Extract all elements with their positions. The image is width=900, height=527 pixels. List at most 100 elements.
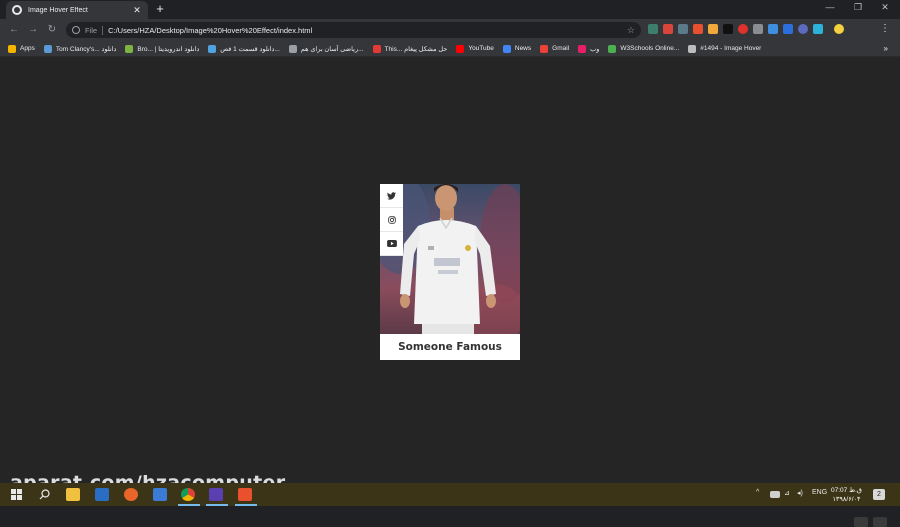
youtube-icon — [386, 240, 397, 247]
windows-start-icon[interactable] — [11, 489, 22, 500]
system-clock[interactable]: 07:07 ق.ظ ۱۳۹۸/۶/۰۴ — [831, 486, 862, 504]
back-button[interactable]: ← — [7, 23, 21, 37]
chrome-icon[interactable] — [181, 488, 195, 501]
extension-icon[interactable] — [648, 24, 658, 34]
bookmark-item[interactable]: This... حل مشکل پیغام — [372, 44, 448, 53]
store-icon[interactable] — [95, 488, 109, 501]
firefox-icon[interactable] — [124, 488, 138, 501]
extension-icon[interactable] — [678, 24, 688, 34]
browser-tab[interactable]: Image Hover Effect ✕ — [6, 1, 148, 19]
extension-icon[interactable] — [663, 24, 673, 34]
address-bar[interactable]: File C:/Users/HZA/Desktop/Image%20Hover%… — [66, 22, 641, 38]
bookmark-item[interactable]: Gmail — [540, 44, 570, 53]
extensions-area — [648, 24, 844, 34]
bookmark-label: This... حل مشکل پیغام — [384, 45, 448, 53]
restore-button[interactable]: ❐ — [846, 2, 870, 13]
bookmark-icon — [43, 44, 52, 53]
new-tab-button[interactable]: + — [153, 2, 167, 16]
page-viewport: Someone Famous — [0, 57, 900, 527]
bookmark-label: دانلود قسمت 1 فص... — [220, 45, 280, 53]
tab-strip: Image Hover Effect ✕ + — ❐ ✕ — [0, 0, 900, 19]
bookmark-star-icon[interactable]: ☆ — [627, 25, 635, 36]
profile-avatar[interactable] — [834, 24, 844, 34]
clock-date: ۱۳۹۸/۶/۰۴ — [832, 496, 861, 503]
bookmark-label: Bro... | دانلود اندرویدیتا — [137, 45, 200, 53]
extension-icon[interactable] — [753, 24, 763, 34]
bookmark-item[interactable]: W3Schools Online... — [608, 44, 680, 53]
twitter-icon — [387, 191, 396, 200]
bookmarks-overflow-button[interactable]: » — [884, 44, 888, 53]
bookmark-label: وب — [590, 45, 600, 53]
bookmark-label: Tom Clancy's... دانلود — [55, 45, 117, 53]
bookmark-icon — [208, 44, 217, 53]
bookmark-label: Gmail — [552, 45, 570, 52]
bookmark-item[interactable]: YouTube — [456, 44, 494, 53]
network-icon[interactable]: ⊿ — [784, 489, 790, 497]
extension-icon[interactable] — [693, 24, 703, 34]
twitter-link[interactable] — [380, 184, 403, 208]
bookmark-item[interactable]: Tom Clancy's... دانلود — [43, 44, 117, 53]
windows-taskbar: ^ ⊿ ◂) ENG 07:07 ق.ظ ۱۳۹۸/۶/۰۴ 2 — [0, 483, 900, 506]
window-close-button[interactable]: ✕ — [873, 2, 897, 13]
tray-chevron-icon[interactable]: ^ — [756, 489, 759, 496]
gmail-icon — [540, 44, 549, 53]
bookmark-item[interactable]: #1494 - Image Hover — [688, 44, 762, 53]
notification-count: 2 — [877, 491, 881, 498]
tab-title: Image Hover Effect — [28, 6, 88, 14]
bookmark-icon — [372, 44, 381, 53]
extension-icon[interactable] — [813, 24, 823, 34]
extension-icon[interactable] — [708, 24, 718, 34]
reload-button[interactable]: ↻ — [45, 23, 59, 37]
bookmark-item[interactable]: Apps — [8, 44, 35, 53]
search-icon[interactable] — [39, 489, 50, 500]
bookmark-icon — [688, 44, 697, 53]
tab-close-button[interactable]: ✕ — [132, 5, 142, 16]
instagram-link[interactable] — [380, 208, 403, 232]
profile-card[interactable]: Someone Famous — [380, 184, 520, 360]
w3schools-icon — [608, 44, 617, 53]
bookmark-label: W3Schools Online... — [620, 45, 680, 52]
news-icon — [502, 44, 511, 53]
forward-button[interactable]: → — [26, 23, 40, 37]
bookmark-item[interactable]: دانلود قسمت 1 فص... — [208, 44, 280, 53]
bookmark-item[interactable]: News — [502, 44, 532, 53]
url-scheme: File — [85, 25, 104, 35]
media-player-icon[interactable] — [209, 488, 223, 501]
browser-toolbar: ← → ↻ File C:/Users/HZA/Desktop/Image%20… — [0, 19, 900, 41]
bookmarks-bar: Apps Tom Clancy's... دانلود Bro... | دانلو… — [0, 41, 900, 57]
youtube-link[interactable] — [380, 232, 403, 256]
language-indicator[interactable]: ENG — [812, 489, 827, 496]
extension-icon[interactable] — [768, 24, 778, 34]
bookmark-item[interactable]: Bro... | دانلود اندرویدیتا — [125, 44, 200, 53]
bookmark-label: #1494 - Image Hover — [700, 45, 762, 52]
info-icon[interactable] — [72, 26, 80, 34]
android-icon — [125, 44, 134, 53]
bookmark-label: YouTube — [468, 45, 494, 52]
globe-icon — [12, 5, 22, 15]
extension-icon[interactable] — [798, 24, 808, 34]
bookmark-icon — [288, 44, 297, 53]
notification-center-icon[interactable]: 2 — [873, 489, 885, 500]
html5-editor-icon[interactable] — [238, 488, 252, 501]
bookmark-label: Apps — [20, 45, 35, 52]
player-pause-icon[interactable] — [854, 517, 868, 527]
extension-icon[interactable] — [783, 24, 793, 34]
file-explorer-icon[interactable] — [66, 488, 80, 501]
browser-menu-icon[interactable]: ⋮ — [880, 23, 890, 34]
youtube-icon — [456, 44, 465, 53]
volume-icon[interactable]: ◂) — [797, 489, 803, 497]
battery-icon[interactable] — [770, 491, 780, 498]
bookmark-item[interactable]: وب — [578, 44, 600, 53]
extension-icon[interactable] — [738, 24, 748, 34]
instagram-icon — [387, 215, 396, 224]
apps-grid-icon — [8, 44, 16, 53]
bookmark-item[interactable]: ریاضی آسان برای هم... — [288, 44, 364, 53]
extension-icon[interactable] — [723, 24, 733, 34]
card-caption: Someone Famous — [380, 334, 520, 360]
caption-text: Someone Famous — [398, 341, 502, 353]
url-text[interactable]: C:/Users/HZA/Desktop/Image%20Hover%20Eff… — [108, 26, 627, 35]
bookmark-label: News — [514, 45, 532, 52]
app-icon[interactable] — [153, 488, 167, 501]
player-fullscreen-icon[interactable] — [873, 517, 887, 527]
minimize-button[interactable]: — — [818, 2, 842, 12]
